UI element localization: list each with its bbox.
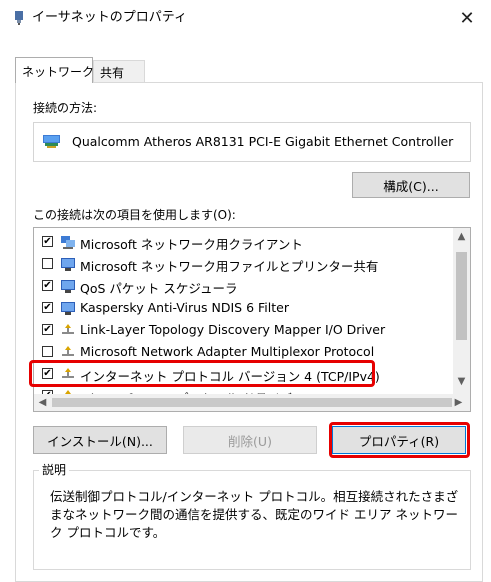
- network-service-icon: [60, 301, 76, 316]
- scroll-down-icon[interactable]: ▼: [453, 376, 470, 387]
- item-checkbox[interactable]: [42, 258, 53, 269]
- scroll-right-icon[interactable]: ▶: [450, 397, 467, 408]
- item-checkbox[interactable]: [42, 346, 53, 357]
- network-service-icon: [60, 279, 76, 294]
- list-item[interactable]: ✔ Microsoft ネットワーク用クライアント: [34, 232, 450, 254]
- list-item[interactable]: Microsoft ネットワーク用ファイルとプリンター共有: [34, 254, 450, 276]
- configure-button[interactable]: 構成(C)...: [352, 172, 470, 198]
- item-checkbox[interactable]: ✔: [42, 236, 53, 247]
- description-text: 伝送制御プロトコル/インターネット プロトコル。相互接続されたさまざまなネットワ…: [50, 489, 459, 540]
- protocol-icon: [60, 345, 76, 360]
- scroll-up-icon[interactable]: ▲: [453, 231, 470, 242]
- item-label: Kaspersky Anti-Virus NDIS 6 Filter: [80, 300, 289, 315]
- close-button[interactable]: ✕: [450, 4, 484, 32]
- install-button[interactable]: インストール(N)...: [33, 426, 167, 454]
- tab-sharing-label: 共有: [100, 66, 125, 80]
- connect-using-label: 接続の方法:: [33, 101, 98, 115]
- tab-sharing[interactable]: 共有: [93, 60, 145, 83]
- item-label: QoS パケット スケジューラ: [80, 281, 238, 296]
- uninstall-button[interactable]: 削除(U): [183, 426, 317, 454]
- title-bar: イーサネットのプロパティ ✕: [0, 0, 491, 38]
- network-card-icon: [43, 135, 60, 148]
- list-item[interactable]: ✔ Kaspersky Anti-Virus NDIS 6 Filter: [34, 298, 450, 320]
- window-title: イーサネットのプロパティ: [32, 10, 187, 25]
- horizontal-scrollbar[interactable]: ◀ ▶: [34, 394, 470, 411]
- protocol-icon: [60, 323, 76, 338]
- list-item[interactable]: ✔ Link-Layer Topology Discovery Mapper I/…: [34, 320, 450, 342]
- adapter-field: Qualcomm Atheros AR8131 PCI-E Gigabit Et…: [33, 122, 471, 162]
- item-label: Link-Layer Topology Discovery Mapper I/O…: [80, 322, 386, 337]
- scroll-left-icon[interactable]: ◀: [34, 397, 51, 408]
- close-icon: ✕: [459, 7, 475, 29]
- protocol-icon: [60, 367, 76, 382]
- item-label: Microsoft ネットワーク用クライアント: [80, 237, 303, 252]
- item-label: インターネット プロトコル バージョン 4 (TCP/IPv4): [80, 369, 380, 384]
- network-service-icon: [60, 257, 76, 272]
- vertical-scroll-thumb[interactable]: [456, 252, 467, 340]
- network-adapter-icon: [15, 11, 23, 25]
- item-checkbox[interactable]: ✔: [42, 280, 53, 291]
- tab-networking-label: ネットワーク: [22, 65, 95, 79]
- network-client-icon: [60, 235, 76, 250]
- component-list[interactable]: ✔ Microsoft ネットワーク用クライアント Microsoft ネットワーク…: [33, 227, 471, 412]
- item-label: Microsoft Network Adapter Multiplexor Pr…: [80, 344, 375, 359]
- list-item[interactable]: ✔ インターネット プロトコル バージョン 4 (TCP/IPv4): [34, 364, 450, 386]
- item-label: Microsoft ネットワーク用ファイルとプリンター共有: [80, 259, 379, 274]
- item-checkbox[interactable]: ✔: [42, 368, 53, 379]
- horizontal-scroll-thumb[interactable]: [52, 398, 452, 407]
- description-title: 説明: [39, 461, 70, 478]
- tab-networking[interactable]: ネットワーク: [15, 57, 95, 83]
- properties-button[interactable]: プロパティ(R): [332, 426, 466, 454]
- items-label: この接続は次の項目を使用します(O):: [33, 208, 236, 222]
- item-checkbox[interactable]: ✔: [42, 324, 53, 335]
- item-checkbox[interactable]: ✔: [42, 302, 53, 313]
- adapter-name: Qualcomm Atheros AR8131 PCI-E Gigabit Et…: [72, 134, 454, 149]
- list-item[interactable]: Microsoft Network Adapter Multiplexor Pr…: [34, 342, 450, 364]
- vertical-scrollbar[interactable]: ▲ ▼: [453, 228, 470, 394]
- list-item[interactable]: ✔ QoS パケット スケジューラ: [34, 276, 450, 298]
